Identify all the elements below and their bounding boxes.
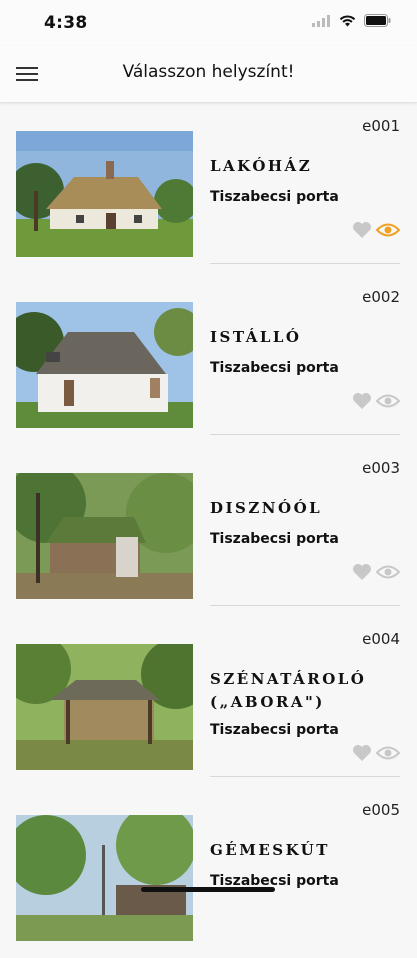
item-subtitle: Tiszabecsi porta xyxy=(210,722,339,738)
thumbnail-image xyxy=(16,473,193,599)
item-name: LAKÓHÁZ xyxy=(210,157,313,175)
list-item[interactable]: e004 SZÉNATÁROLÓ („ABORA") Tiszabecsi po… xyxy=(0,616,417,787)
list-item[interactable]: e005 GÉMESKÚT Tiszabecsi porta xyxy=(0,787,417,958)
eye-icon[interactable] xyxy=(376,393,400,409)
heart-icon[interactable] xyxy=(352,744,372,762)
battery-icon xyxy=(364,14,391,27)
list-item[interactable]: e001 LAKÓHÁZ Tiszabecsi porta xyxy=(0,103,417,274)
divider xyxy=(210,263,400,264)
heart-icon[interactable] xyxy=(352,221,372,239)
divider xyxy=(210,776,400,777)
divider xyxy=(210,434,400,435)
item-name: SZÉNATÁROLÓ („ABORA") xyxy=(210,670,367,711)
status-bar: 4:38 xyxy=(0,0,417,46)
item-actions xyxy=(352,221,400,239)
item-actions xyxy=(352,563,400,581)
home-indicator[interactable] xyxy=(141,887,275,892)
item-code: e002 xyxy=(362,288,400,306)
item-code: e005 xyxy=(362,801,400,819)
thumbnail-image xyxy=(16,644,193,770)
list-item[interactable]: e003 DISZNÓÓL Tiszabecsi porta xyxy=(0,445,417,616)
eye-icon[interactable] xyxy=(376,745,400,761)
status-icons xyxy=(312,14,391,27)
item-subtitle: Tiszabecsi porta xyxy=(210,360,339,376)
wifi-icon xyxy=(339,14,356,26)
eye-icon[interactable] xyxy=(376,222,400,238)
item-name: GÉMESKÚT xyxy=(210,841,330,859)
signal-icon xyxy=(312,14,330,27)
item-subtitle: Tiszabecsi porta xyxy=(210,189,339,205)
status-time: 4:38 xyxy=(44,13,88,33)
divider xyxy=(210,605,400,606)
thumbnail-image xyxy=(16,131,193,257)
thumbnail-image xyxy=(16,815,193,941)
item-code: e003 xyxy=(362,459,400,477)
item-name: DISZNÓÓL xyxy=(210,499,323,517)
app-bar: Válasszon helyszínt! xyxy=(0,46,417,103)
item-actions xyxy=(352,744,400,762)
thumbnail-image xyxy=(16,302,193,428)
item-code: e004 xyxy=(362,630,400,648)
item-code: e001 xyxy=(362,117,400,135)
heart-icon[interactable] xyxy=(352,563,372,581)
item-actions xyxy=(352,392,400,410)
heart-icon[interactable] xyxy=(352,392,372,410)
page-title: Válasszon helyszínt! xyxy=(122,62,295,82)
list-item[interactable]: e002 ISTÁLLÓ Tiszabecsi porta xyxy=(0,274,417,445)
item-name: ISTÁLLÓ xyxy=(210,328,302,346)
item-subtitle: Tiszabecsi porta xyxy=(210,531,339,547)
eye-icon[interactable] xyxy=(376,564,400,580)
